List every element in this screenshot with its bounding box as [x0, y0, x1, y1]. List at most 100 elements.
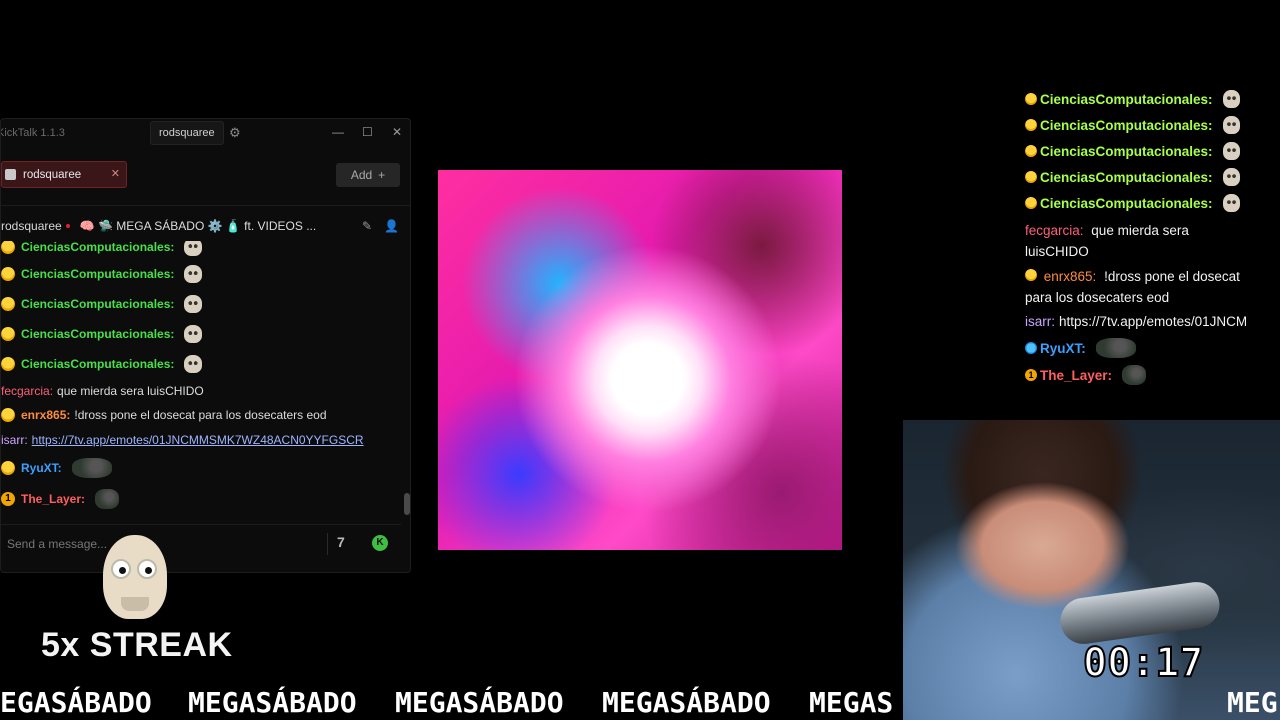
app-title: KickTalk 1.1.3 [0, 127, 65, 139]
chat-message: CienciasComputacionales: [1, 295, 203, 313]
minimize-icon[interactable]: — [332, 125, 344, 139]
kicktalk-window: KickTalk 1.1.3 rodsquaree ⚙ — ☐ ✕ rodsqu… [0, 118, 411, 573]
ticker-segment: MEG [1227, 686, 1278, 719]
laugh-badge-icon [1025, 171, 1037, 183]
maximize-icon[interactable]: ☐ [362, 125, 373, 139]
laugh-badge-icon [1, 357, 15, 371]
laugh-badge-icon [1025, 197, 1037, 209]
users-icon[interactable]: 👤 [384, 219, 399, 233]
chat-message: CienciasComputacionales: [1, 265, 203, 283]
chat-username[interactable]: CienciasComputacionales: [21, 327, 174, 341]
divider [327, 533, 328, 555]
skull-emote-icon [184, 241, 203, 256]
overlay-username: CienciasComputacionales: [1040, 117, 1213, 133]
kick-emote-picker-icon[interactable]: K [372, 535, 388, 551]
chat-text: !dross pone el dosecat para los dosecate… [74, 408, 327, 422]
chat-message: isarr: https://7tv.app/emotes/01JNCMMSMK… [1, 433, 364, 447]
overlay-message: isarr: https://7tv.app/emotes/01JNCM [1025, 314, 1251, 329]
laugh-badge-icon [1025, 119, 1037, 131]
frog-emote-icon [1122, 365, 1147, 385]
channel-name[interactable]: rodsquaree [1, 219, 62, 233]
chat-username[interactable]: CienciasComputacionales: [21, 267, 174, 281]
close-icon[interactable]: ✕ [392, 125, 402, 139]
pin-icon[interactable]: ✎ [362, 219, 372, 233]
frog-emote-icon [95, 489, 120, 509]
chat-username[interactable]: RyuXT: [21, 461, 62, 475]
chat-scrollbar[interactable] [404, 493, 410, 515]
laugh-badge-icon [1, 241, 15, 254]
live-indicator-icon [65, 224, 70, 228]
chat-message: CienciasComputacionales: [1, 241, 203, 256]
video-player[interactable] [438, 170, 842, 550]
message-composer: 7 K [1, 524, 401, 563]
chat-username[interactable]: CienciasComputacionales: [21, 357, 174, 371]
channel-avatar-icon [5, 169, 16, 180]
chat-message: 1 The_Layer: [1, 489, 120, 509]
settings-gear-icon[interactable]: ⚙ [229, 125, 241, 141]
chat-username[interactable]: CienciasComputacionales: [21, 297, 174, 311]
ticker-segment: EGASÁBADO [0, 686, 152, 719]
tab-label: rodsquaree [23, 168, 82, 181]
chat-list[interactable]: CienciasComputacionales: CienciasComputa… [1, 241, 401, 516]
chat-message: CienciasComputacionales: [1, 355, 203, 373]
skull-jaw [121, 597, 149, 611]
tab-rodsquaree[interactable]: rodsquaree ✕ [1, 161, 127, 188]
ticker-segment: MEGASÁBADO [602, 686, 771, 719]
frog-emote-icon [71, 458, 112, 478]
overlay-username: CienciasComputacionales: [1040, 169, 1213, 185]
ticker-banner: EGASÁBADO MEGASÁBADO MEGASÁBADO MEGASÁBA… [0, 686, 1280, 720]
overlay-username: enrx865: [1043, 269, 1097, 284]
overlay-username: CienciasComputacionales: [1040, 91, 1213, 107]
7tv-emote-picker-icon[interactable]: 7 [337, 534, 345, 550]
overlay-message: RyuXT: [1025, 338, 1136, 358]
overlay-message: CienciasComputacionales: [1025, 168, 1240, 186]
laugh-badge-icon [1025, 269, 1037, 281]
overlay-username: The_Layer: [1040, 367, 1113, 383]
divider [1, 205, 410, 206]
skull-emote-icon [184, 265, 203, 283]
overlay-message: enrx865: !dross pone el dosecat para los… [1025, 266, 1255, 308]
overlay-message: 1 The_Layer: [1025, 365, 1147, 385]
tab-close-icon[interactable]: ✕ [111, 167, 120, 180]
laugh-badge-icon [1, 267, 15, 281]
skull-emote-icon [103, 535, 167, 619]
chat-text: que mierda sera luisCHIDO [57, 384, 204, 398]
overlay-message: CienciasComputacionales: [1025, 194, 1240, 212]
chat-username[interactable]: fecgarcia: [1, 384, 53, 398]
laugh-badge-icon [1, 297, 15, 311]
add-label: Add [350, 168, 373, 182]
stream-title: 🧠 🛸 MEGA SÁBADO ⚙️ 🧴 ft. VIDEOS ... [79, 219, 317, 233]
skull-eye [137, 559, 157, 579]
chat-message: enrx865: !dross pone el dosecat para los… [1, 408, 327, 422]
ticker-segment: MEGAS [809, 686, 894, 719]
sub-badge-icon: 1 [1, 492, 15, 506]
chat-link[interactable]: https://7tv.app/emotes/01JNCMMSMK7WZ48AC… [32, 433, 364, 447]
streak-label: 5x STREAK [41, 626, 233, 664]
sub-badge-icon: 1 [1025, 369, 1037, 381]
skull-emote-icon [1222, 194, 1240, 212]
overlay-text: https://7tv.app/emotes/01JNCM [1059, 314, 1248, 329]
overlay-username: isarr: [1025, 314, 1055, 329]
timer: 00:17 [1082, 639, 1204, 687]
overlay-message: CienciasComputacionales: [1025, 116, 1240, 134]
chat-username[interactable]: isarr: [1, 433, 28, 447]
laugh-badge-icon [1, 327, 15, 341]
channel-header: rodsquaree 🧠 🛸 MEGA SÁBADO ⚙️ 🧴 ft. VIDE… [1, 211, 410, 241]
chat-username[interactable]: The_Layer: [21, 492, 85, 506]
ticker-segment: MEGASÁBADO [395, 686, 564, 719]
overlay-username: RyuXT: [1040, 340, 1086, 356]
ticker-segment: MEGASÁBADO [188, 686, 357, 719]
title-bar: KickTalk 1.1.3 rodsquaree ⚙ — ☐ ✕ [1, 119, 410, 147]
skull-emote-icon [184, 355, 203, 373]
laugh-badge-icon [1, 461, 15, 475]
chat-username[interactable]: CienciasComputacionales: [21, 241, 174, 254]
laugh-badge-icon [1, 408, 15, 422]
user-menu-button[interactable]: rodsquaree [150, 121, 224, 145]
overlay-username: fecgarcia: [1025, 223, 1084, 238]
add-channel-button[interactable]: Add + [336, 163, 400, 187]
overlay-username: CienciasComputacionales: [1040, 195, 1213, 211]
plus-icon: + [378, 168, 386, 182]
chat-username[interactable]: enrx865: [21, 408, 70, 422]
frog-emote-icon [1095, 338, 1136, 358]
overlay-message: CienciasComputacionales: [1025, 90, 1240, 108]
